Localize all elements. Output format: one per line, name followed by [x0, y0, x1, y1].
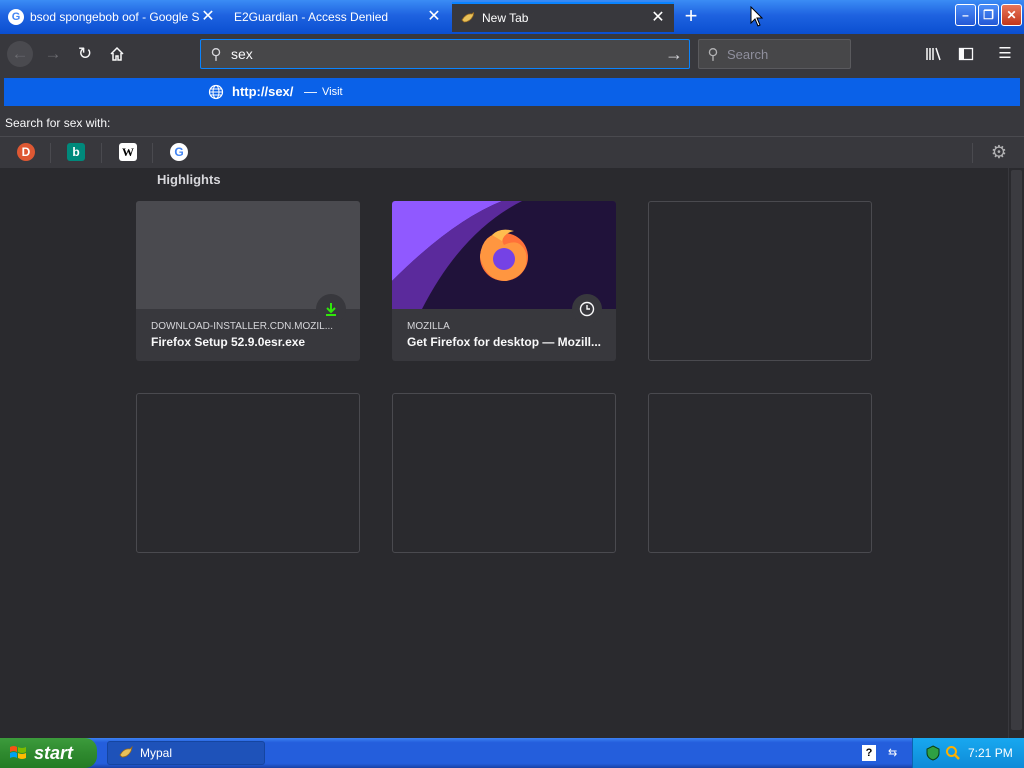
highlight-card[interactable]: MOZILLA Get Firefox for desktop — Mozill… [392, 201, 616, 361]
tab-title: bsod spongebob oof - Google Search [30, 10, 200, 24]
forward-button[interactable]: → [40, 41, 66, 67]
google-icon[interactable]: G [170, 143, 188, 161]
bing-icon[interactable]: b [67, 143, 85, 161]
close-window-button[interactable]: ✕ [1001, 4, 1022, 26]
go-arrow-icon[interactable]: → [659, 44, 689, 65]
download-icon [316, 294, 346, 324]
search-icon: ⚲ [210, 46, 222, 63]
wikipedia-icon[interactable]: W [119, 143, 137, 161]
menu-button[interactable]: ☰ [992, 41, 1018, 67]
autocomplete-separator: — [304, 84, 317, 99]
library-button[interactable] [921, 41, 947, 67]
firefox-logo-icon [480, 229, 528, 281]
tab-title: New Tab [482, 11, 529, 25]
shield-icon[interactable] [925, 745, 941, 761]
reload-icon: ↻ [77, 44, 93, 63]
system-tray: 7:21 PM [912, 738, 1024, 768]
mypal-icon [461, 10, 475, 23]
gear-icon[interactable]: ⚙ [988, 141, 1010, 163]
url-input[interactable] [231, 46, 659, 62]
new-tab-button[interactable]: + [680, 5, 702, 28]
google-icon: G [8, 9, 24, 25]
search-icon: ⚲ [707, 46, 719, 63]
autocomplete-action: Visit [322, 86, 343, 98]
card-title: Firefox Setup 52.9.0esr.exe [151, 335, 306, 349]
home-icon [110, 46, 124, 61]
engine-separator [972, 143, 973, 163]
engine-separator [101, 143, 102, 163]
arrow-left-icon: ← [11, 44, 29, 63]
url-bar[interactable]: ⚲ → [200, 39, 690, 69]
start-label: start [34, 742, 74, 763]
highlights-title: Highlights [157, 172, 221, 187]
tab-strip: G bsod spongebob oof - Google Search ✕ E… [0, 0, 1024, 34]
tab-title: E2Guardian - Access Denied [234, 10, 389, 24]
duckduckgo-icon[interactable]: D [17, 143, 35, 161]
mypal-icon [119, 745, 133, 758]
card-title: Get Firefox for desktop — Mozill... [407, 335, 602, 349]
card-host: MOZILLA [407, 321, 450, 332]
arrow-right-icon: → [44, 44, 62, 63]
empty-card-placeholder [648, 201, 872, 361]
search-bar[interactable]: ⚲ [698, 39, 851, 69]
clock: 7:21 PM [968, 746, 1013, 760]
sidebar-button[interactable] [953, 41, 979, 67]
nav-toolbar: ← → ↻ ⚲ → ⚲ [0, 34, 1024, 74]
hamburger-menu-icon: ☰ [998, 45, 1012, 62]
close-icon[interactable]: ✕ [200, 9, 216, 25]
vertical-scrollbar[interactable] [1008, 168, 1024, 738]
taskbar: start Mypal ? ⇆ 7:21 PM [0, 738, 1024, 768]
back-button[interactable]: ← [7, 41, 33, 67]
minimize-button[interactable]: – [955, 4, 976, 26]
taskbar-item-label: Mypal [140, 746, 173, 760]
windows-flag-icon [10, 746, 26, 759]
firefox-thumbnail [392, 201, 616, 309]
card-host: DOWNLOAD-INSTALLER.CDN.MOZIL... [151, 321, 334, 332]
highlight-card[interactable]: DOWNLOAD-INSTALLER.CDN.MOZIL... Firefox … [136, 201, 360, 361]
start-button[interactable]: start [0, 738, 97, 768]
clock-icon [572, 294, 602, 324]
sidebar-icon [958, 47, 974, 61]
reload-button[interactable]: ↻ [72, 41, 98, 67]
screen: G bsod spongebob oof - Google Search ✕ E… [0, 0, 1024, 768]
empty-card-placeholder [392, 393, 616, 553]
search-engines-row: D b W G ⚙ [0, 136, 1024, 168]
empty-card-placeholder [136, 393, 360, 553]
urlbar-autocomplete-popup: http://sex/ — Visit Search for sex with:… [0, 74, 1024, 168]
home-button[interactable] [104, 41, 130, 67]
globe-icon [208, 84, 224, 100]
close-icon[interactable]: ✕ [650, 10, 666, 26]
tab-new-tab[interactable]: New Tab ✕ [452, 2, 674, 32]
network-icon[interactable]: ⇆ [888, 746, 902, 760]
empty-card-placeholder [648, 393, 872, 553]
restore-button[interactable]: ❐ [978, 4, 999, 26]
library-icon [926, 47, 941, 61]
autocomplete-row-visit[interactable]: http://sex/ — Visit [4, 78, 1020, 106]
help-icon[interactable]: ? [862, 745, 876, 761]
magnifier-icon[interactable] [945, 745, 961, 761]
search-input[interactable] [727, 46, 850, 62]
engine-separator [50, 143, 51, 163]
scrollbar-thumb[interactable] [1011, 170, 1022, 730]
taskbar-item-mypal[interactable]: Mypal [107, 741, 265, 765]
engine-separator [152, 143, 153, 163]
autocomplete-url: http://sex/ [232, 84, 294, 99]
close-icon[interactable]: ✕ [426, 9, 442, 25]
search-with-label: Search for sex with: [5, 116, 111, 130]
tab-google-search[interactable]: G bsod spongebob oof - Google Search ✕ [0, 2, 224, 32]
new-tab-content: Highlights DOWNLOAD-INSTALLER.CDN.MOZIL.… [0, 168, 1008, 738]
tab-e2guardian[interactable]: E2Guardian - Access Denied ✕ [226, 2, 450, 32]
mouse-cursor-icon [750, 6, 764, 27]
card-thumbnail [136, 201, 360, 309]
